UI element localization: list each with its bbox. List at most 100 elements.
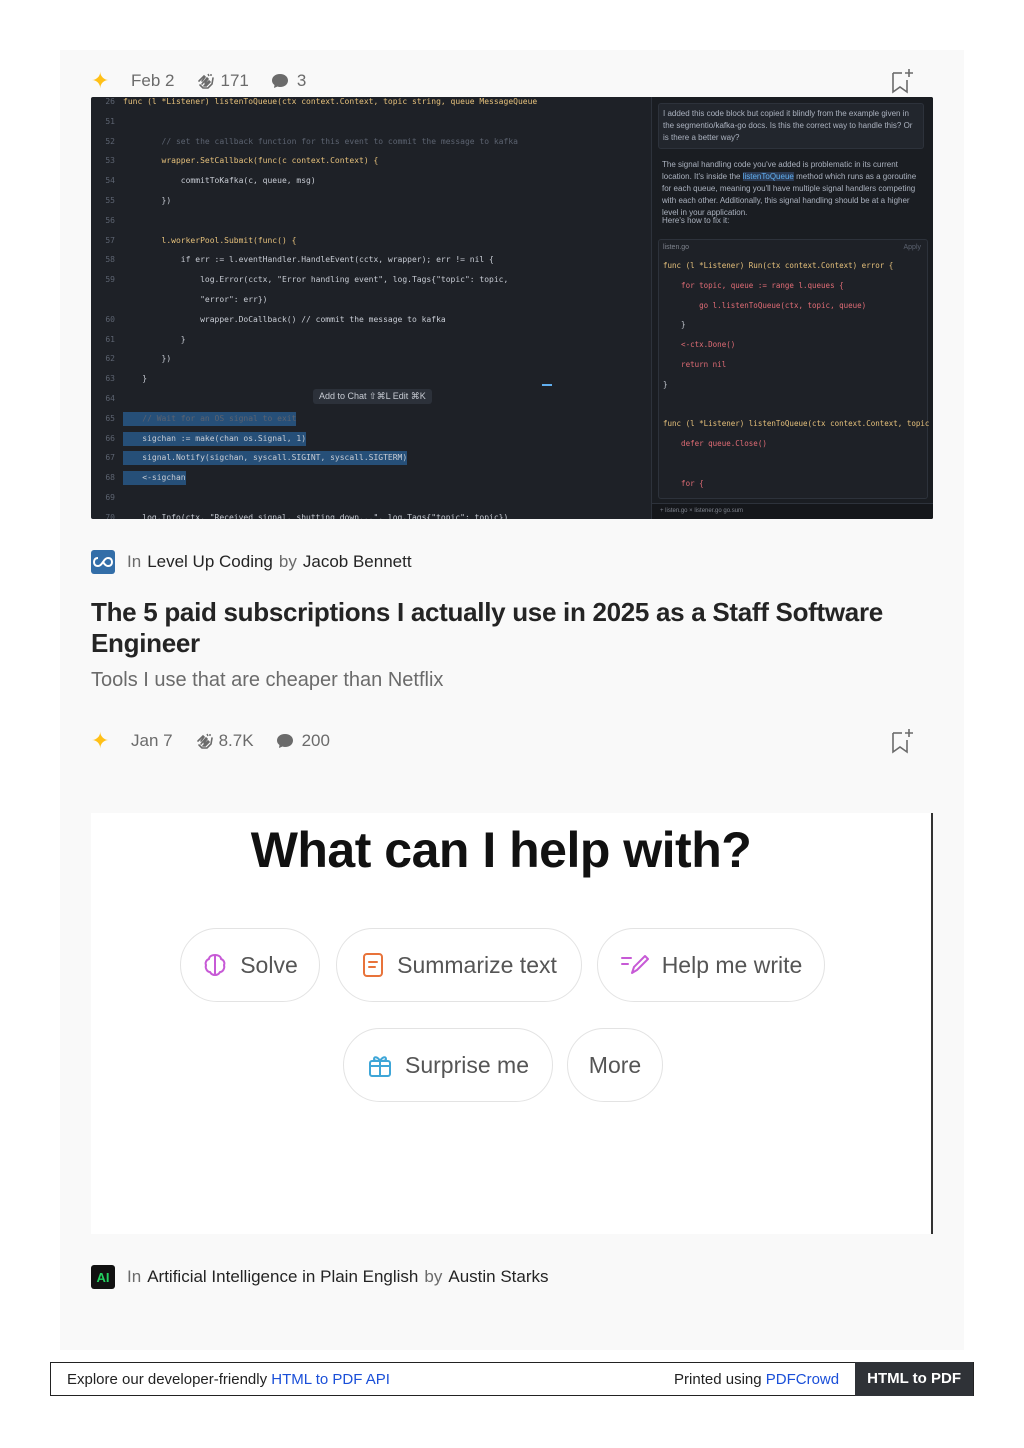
article2-publication-row: In Level Up Coding by Jacob Bennett [91,550,412,574]
code-line: 55 }) [91,194,643,208]
code-line: 67 signal.Notify(sigchan, syscall.SIGINT… [91,451,643,466]
code-line: 58 if err := l.eventHandler.HandleEvent(… [91,253,643,267]
code-line: 61 } [91,333,643,347]
help-write-label: Help me write [661,951,803,978]
line-number: 62 [105,354,115,364]
code-text: commitToKafka(c, queue, msg) [123,176,316,186]
help-write-chip: Help me write [597,928,825,1002]
article1-meta: ✦ Feb 2 171 3 [91,70,306,92]
infinity-logo-icon [93,556,113,568]
chat-question: I added this code block but copied it bl… [658,103,924,149]
article1-responses[interactable]: 3 [271,71,306,91]
code-line: 56 [91,214,643,228]
aipe-publication-logo[interactable]: AI [91,1265,115,1289]
article2-subtitle[interactable]: Tools I use that are cheaper than Netfli… [91,669,443,692]
editor-tab-bar: + listen.go × listener.go go.sum [652,503,933,519]
line-number: 67 [105,453,115,463]
publication-link[interactable]: Artificial Intelligence in Plain English [147,1267,418,1287]
level-up-coding-logo[interactable] [91,550,115,574]
code-line: "error": err}) [91,293,643,307]
code-line: 54 commitToKafka(c, queue, msg) [91,174,643,188]
line-number: 65 [105,413,115,423]
author-link[interactable]: Jacob Bennett [303,552,412,572]
line-number: 55 [105,196,115,205]
line-number: 70 [105,512,115,519]
code-line: 52 // set the callback function for this… [91,135,643,149]
bookmark-add-icon[interactable] [890,728,914,754]
line-number: 52 [105,136,115,146]
line-number: 66 [105,433,115,443]
line-number: 53 [105,156,115,166]
chat-code-line: <-ctx.Done() [663,340,736,350]
pdf-footer: Explore our developer-friendly HTML to P… [50,1362,974,1396]
line-number: 54 [105,176,115,186]
code-line: 57 l.workerPool.Submit(func() { [91,234,643,248]
code-text: log.Info(ctx, "Received signal, shutting… [123,512,509,519]
footer-printed-text: Printed using [674,1370,762,1388]
chat-code-apply: Apply [903,244,921,251]
in-label: In [127,1267,142,1286]
gift-icon [369,1056,391,1077]
code-text: // set the callback function for this ev… [123,136,518,146]
author-link[interactable]: Austin Starks [448,1267,548,1287]
clap-icon [196,733,213,749]
code-text: wrapper.SetCallback(func(c context.Conte… [123,156,379,166]
code-text: wrapper.DoCallback() // commit the messa… [123,314,446,324]
code-text: signal.Notify(sigchan, syscall.SIGINT, s… [123,451,408,466]
article2-claps[interactable]: 8.7K [195,731,254,751]
brain-icon [204,954,226,976]
by-label: by [424,1267,443,1286]
solve-label: Solve [240,951,298,978]
surprise-chip: Surprise me [343,1028,553,1102]
chat-code-line: } [663,320,686,330]
article1-claps[interactable]: 171 [196,71,249,91]
article2-responses[interactable]: 200 [276,731,330,751]
comment-icon [276,734,293,748]
article2-title[interactable]: The 5 paid subscriptions I actually use … [91,597,911,659]
line-number: 60 [105,314,115,324]
code-line: 70 log.Info(ctx, "Received signal, shutt… [91,511,643,519]
line-number: 63 [105,374,115,384]
code-text: }) [123,196,172,205]
code-line: 69 [91,491,643,505]
clap-icon [198,73,215,89]
footer-explore: Explore our developer-friendly HTML to P… [51,1371,674,1388]
line-number: 69 [105,493,115,502]
code-line: 63 } [91,372,643,386]
assistant-home-screenshot: What can I help with? Solve Summarize te… [91,813,933,1234]
chat-code-line: go l.listenToQueue(ctx, topic, queue) [663,300,867,310]
footer-explore-text: Explore our developer-friendly [67,1370,268,1388]
code-line: 59 log.Error(cctx, "Error handling event… [91,273,643,287]
in-label: In [127,552,142,571]
pdfcrowd-link[interactable]: PDFCrowd [766,1371,839,1388]
code-line: 62 }) [91,352,643,366]
chat-code-line: } [663,379,668,389]
chat-code-line: for { [663,478,704,488]
code-text: "error": err}) [123,295,268,304]
article2-meta: ✦ Jan 7 8.7K 200 [91,730,330,752]
line-number: 58 [105,255,115,265]
chat-code-line: func (l *Listener) Run(ctx context.Conte… [663,261,894,270]
code-text: }) [123,354,172,364]
publication-link[interactable]: Level Up Coding [147,552,273,572]
code-text: if err := l.eventHandler.HandleEvent(cct… [123,255,494,265]
line-number: 56 [105,215,115,225]
line-number: 51 [105,116,115,126]
code-line: 60 wrapper.DoCallback() // commit the me… [91,313,643,327]
chat-code-filename: listen.go [663,244,690,251]
code-text: // Wait for an OS signal to exit [123,411,297,426]
chat-answer-code-ref: listenToQueue [742,172,794,181]
line-number: 64 [105,394,115,403]
html-to-pdf-badge[interactable]: HTML to PDF [855,1362,973,1396]
html-to-pdf-api-link[interactable]: HTML to PDF API [271,1371,390,1388]
article1-clap-count: 171 [220,71,249,90]
code-editor-screenshot: 26 func (l *Listener) listenToQueue(ctx c… [91,97,933,519]
member-star-icon: ✦ [91,68,110,93]
chat-code-line: func (l *Listener) listenToQueue(ctx con… [663,419,930,429]
document-icon [363,953,384,977]
article1-response-count: 3 [296,71,307,90]
summarize-label: Summarize text [397,951,557,978]
line-number: 26 [105,97,115,106]
bookmark-add-icon[interactable] [890,68,914,94]
article2-date: Jan 7 [131,731,173,750]
